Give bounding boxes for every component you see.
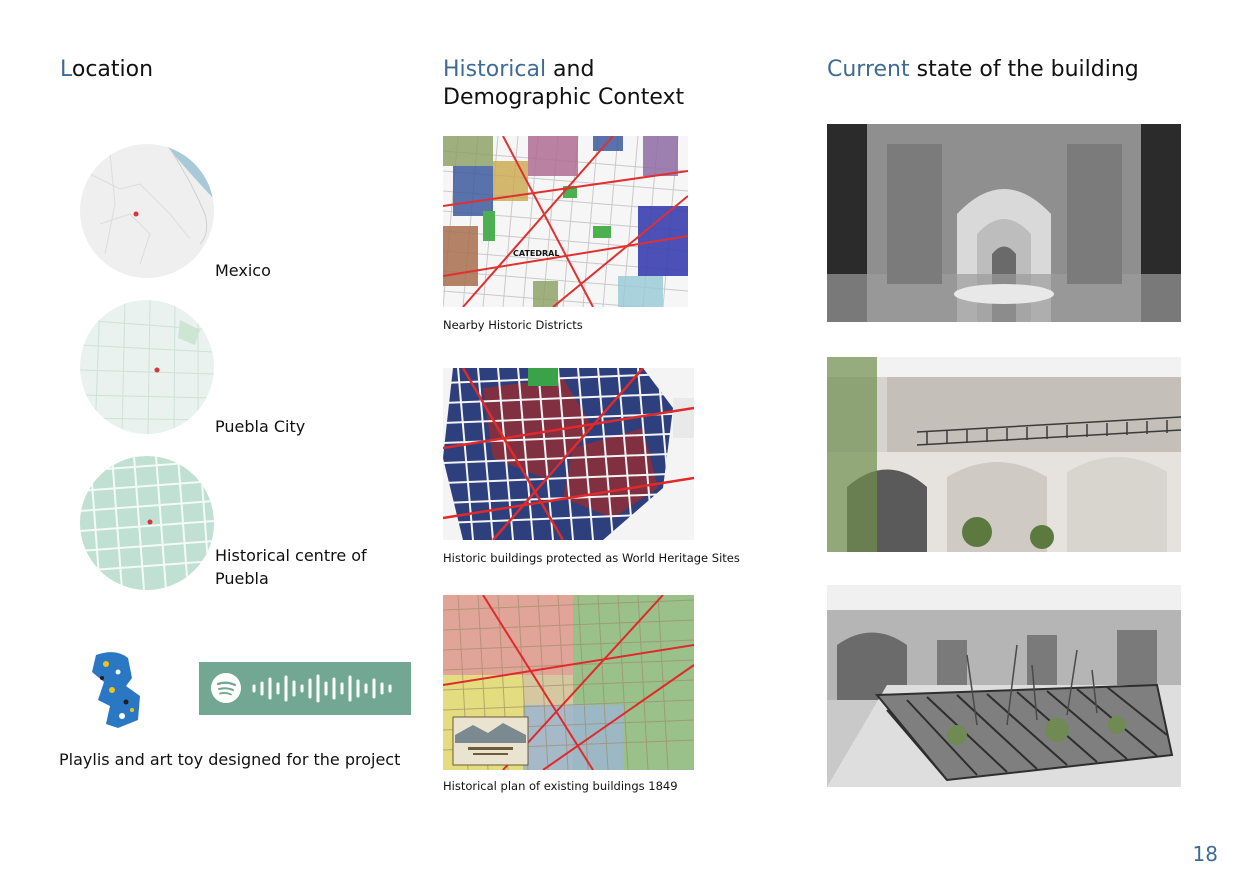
- location-heading: Location: [60, 56, 153, 84]
- historical-heading: Historical and Demographic Context: [443, 56, 684, 112]
- historical-heading-line2: Demographic Context: [443, 85, 685, 110]
- world-heritage-map: [443, 368, 694, 540]
- catedral-label: CATEDRAL: [513, 249, 559, 258]
- historical-plan-1849-caption: Historical plan of existing buildings 18…: [443, 779, 678, 793]
- historic-districts-map: CATEDRAL: [443, 136, 688, 307]
- historical-heading-line1: Historical and: [443, 56, 684, 84]
- historic-districts-caption: Nearby Historic Districts: [443, 318, 583, 332]
- mexico-label: Mexico: [215, 261, 271, 280]
- historic-centre-map: [80, 456, 214, 590]
- historic-centre-label-line2: Puebla: [215, 569, 269, 588]
- location-heading-accent: L: [60, 57, 72, 82]
- art-toy-image: [88, 650, 146, 730]
- mexico-map: [80, 144, 214, 278]
- current-heading-rest: state of the building: [909, 57, 1139, 82]
- current-heading: Current state of the building: [827, 56, 1139, 84]
- building-photo-entrance: [827, 124, 1181, 322]
- puebla-city-map: [80, 300, 214, 434]
- historical-heading-rest: and: [546, 57, 595, 82]
- location-heading-rest: ocation: [71, 57, 154, 82]
- historic-centre-label: Historical centre of Puebla: [215, 544, 367, 590]
- puebla-city-label: Puebla City: [215, 417, 306, 436]
- world-heritage-caption: Historic buildings protected as World He…: [443, 551, 740, 565]
- historic-centre-label-line1: Historical centre of: [215, 546, 367, 565]
- building-photo-garden: [827, 585, 1181, 787]
- building-photo-courtyard: [827, 357, 1181, 552]
- page-number: 18: [1192, 842, 1218, 866]
- historical-heading-accent: Historical: [443, 57, 547, 82]
- current-heading-accent: Current: [827, 57, 910, 82]
- historical-plan-1849-map: [443, 595, 694, 770]
- spotify-code[interactable]: [199, 662, 411, 715]
- playlist-caption: Playlis and art toy designed for the pro…: [59, 750, 401, 769]
